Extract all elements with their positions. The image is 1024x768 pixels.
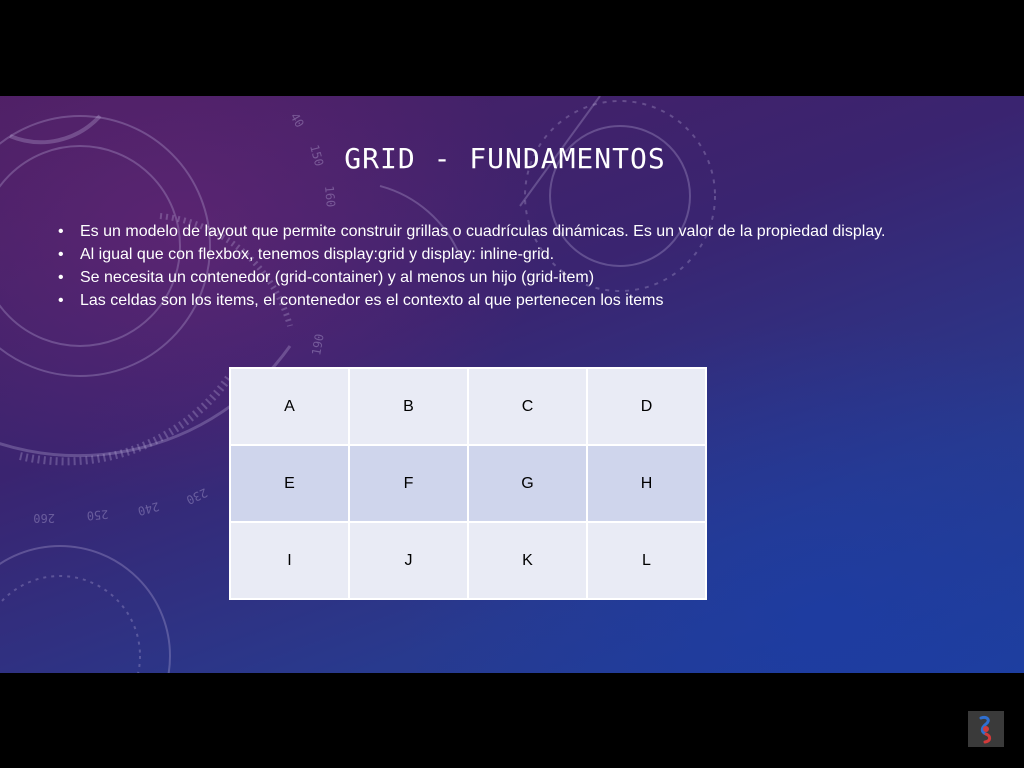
dial-label: 250	[86, 507, 109, 523]
grid-cell: K	[468, 522, 587, 599]
grid-cell: L	[587, 522, 706, 599]
bullet-dot: •	[58, 269, 64, 286]
bullet-dot: •	[58, 292, 64, 309]
grid-cell: E	[230, 445, 349, 522]
bullet-item: • Las celdas son los items, el contenedo…	[58, 289, 978, 312]
channel-logo-icon[interactable]	[968, 711, 1004, 747]
slide-title: GRID - FUNDAMENTOS	[344, 142, 666, 175]
dial-label: 160	[322, 185, 338, 208]
grid-table: A B C D E F G H I J K L	[229, 367, 707, 600]
grid-cell: B	[349, 368, 468, 445]
grid-cell: D	[587, 368, 706, 445]
dial-label: 240	[136, 499, 161, 518]
bullet-item: • Se necesita un contenedor (grid-contai…	[58, 266, 978, 289]
video-frame: 40 150 160 190 260 250 240 230 GRID - FU…	[0, 0, 1024, 768]
bullet-text: Las celdas son los items, el contenedor …	[80, 292, 664, 309]
grid-cell: J	[349, 522, 468, 599]
bullet-item: • Es un modelo de layout que permite con…	[58, 220, 978, 243]
bullet-item: • Al igual que con flexbox, tenemos disp…	[58, 243, 978, 266]
presentation-slide: 40 150 160 190 260 250 240 230 GRID - FU…	[0, 96, 1024, 673]
grid-cell: C	[468, 368, 587, 445]
grid-cell: I	[230, 522, 349, 599]
bullet-list: • Es un modelo de layout que permite con…	[58, 220, 978, 312]
bullet-dot: •	[58, 223, 64, 240]
grid-cell: H	[587, 445, 706, 522]
dial-label: 40	[287, 111, 306, 131]
bullet-text: Al igual que con flexbox, tenemos displa…	[80, 246, 555, 263]
bullet-text: Es un modelo de layout que permite const…	[80, 223, 886, 240]
bullet-dot: •	[58, 246, 64, 263]
grid-cell: F	[349, 445, 468, 522]
dial-label: 260	[33, 511, 55, 525]
grid-cell: A	[230, 368, 349, 445]
dial-label: 230	[184, 485, 210, 507]
channel-logo-graphic	[979, 716, 992, 744]
grid-cell: G	[468, 445, 587, 522]
dial-label: 190	[309, 333, 327, 357]
bullet-text: Se necesita un contenedor (grid-containe…	[80, 269, 595, 286]
